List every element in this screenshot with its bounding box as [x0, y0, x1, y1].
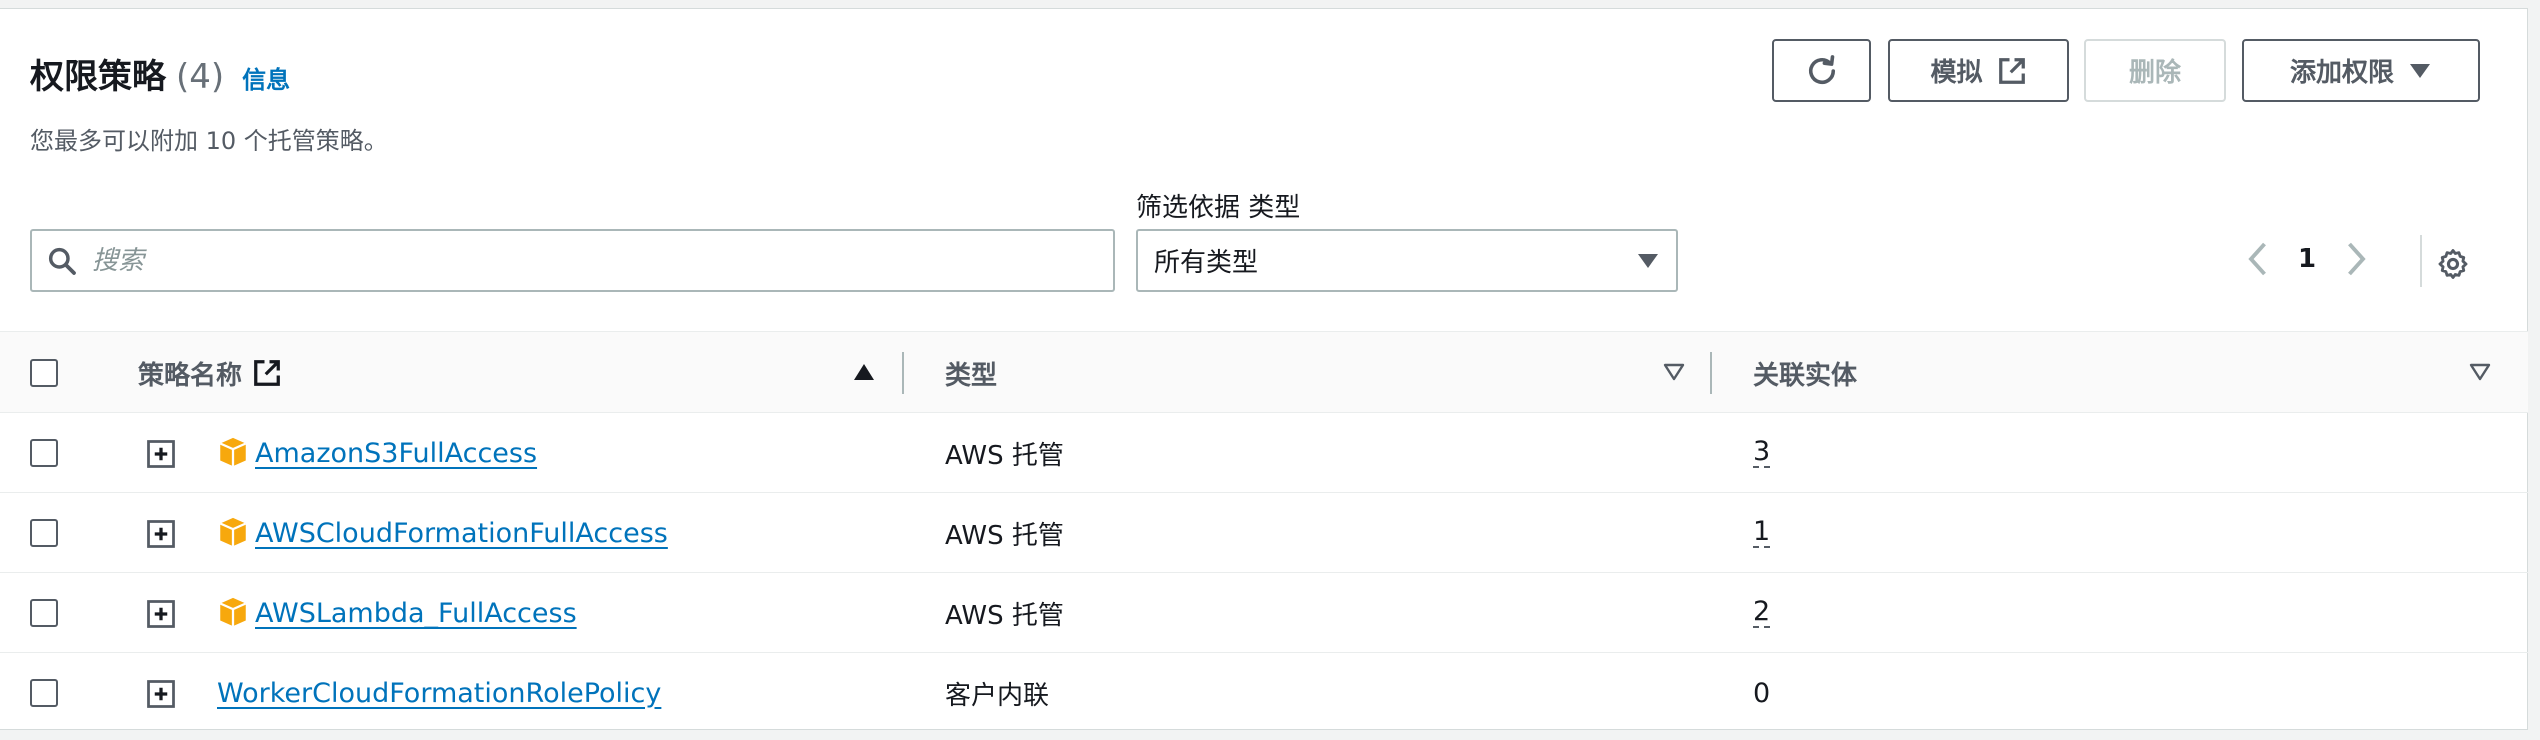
table-row: AmazonS3FullAccess AWS 托管 3	[0, 413, 2528, 493]
row-checkbox[interactable]	[30, 519, 58, 547]
policy-type: AWS 托管	[945, 520, 1064, 551]
caret-down-icon	[2410, 63, 2430, 78]
add-permissions-button[interactable]: 添加权限	[2242, 39, 2480, 102]
policy-type: 客户内联	[945, 680, 1050, 711]
next-page-icon[interactable]	[2346, 241, 2368, 277]
refresh-button[interactable]	[1772, 39, 1871, 102]
column-header-type[interactable]: 类型	[945, 332, 997, 414]
column-label: 关联实体	[1753, 360, 1858, 391]
policy-type: AWS 托管	[945, 600, 1064, 631]
type-filter-label: 筛选依据 类型	[1136, 193, 1301, 223]
info-link[interactable]: 信息	[242, 60, 290, 95]
policy-name-link[interactable]: AWSLambda_FullAccess	[255, 598, 577, 629]
gear-icon[interactable]	[2436, 247, 2470, 281]
row-checkbox[interactable]	[30, 439, 58, 467]
page-title: 权限策略	[30, 57, 166, 97]
policy-name-link[interactable]: AmazonS3FullAccess	[255, 438, 537, 469]
delete-button[interactable]: 删除	[2084, 39, 2226, 102]
table-row: AWSCloudFormationFullAccess AWS 托管 1	[0, 493, 2528, 573]
policy-type: AWS 托管	[945, 440, 1064, 471]
delete-label: 删除	[2128, 58, 2181, 88]
attached-entities-count: 0	[1753, 677, 1771, 709]
expand-row-icon[interactable]	[146, 439, 176, 469]
add-permissions-label: 添加权限	[2289, 58, 2394, 88]
column-label: 策略名称	[138, 360, 243, 391]
expand-row-icon[interactable]	[146, 679, 176, 709]
type-filter-value: 所有类型	[1154, 248, 1259, 278]
expand-row-icon[interactable]	[146, 599, 176, 629]
sort-ascending-icon[interactable]	[852, 362, 876, 382]
row-checkbox[interactable]	[30, 679, 58, 707]
refresh-icon	[1808, 54, 1835, 84]
aws-managed-policy-icon	[219, 437, 247, 467]
table-row: AWSLambda_FullAccess AWS 托管 2	[0, 573, 2528, 653]
sort-descending-icon[interactable]	[2468, 362, 2492, 382]
column-label: 类型	[945, 360, 998, 391]
simulate-button[interactable]: 模拟	[1888, 39, 2069, 102]
policy-name-link[interactable]: AWSCloudFormationFullAccess	[255, 518, 668, 549]
previous-page-icon[interactable]	[2246, 241, 2268, 277]
search-box	[30, 229, 1115, 292]
pagination-divider	[2420, 235, 2422, 287]
select-all-checkbox[interactable]	[30, 359, 58, 387]
aws-managed-policy-icon	[219, 597, 247, 627]
current-page-number[interactable]: 1	[2298, 244, 2316, 274]
column-divider[interactable]	[902, 352, 904, 394]
sort-descending-icon[interactable]	[1662, 362, 1686, 382]
table-row: WorkerCloudFormationRolePolicy 客户内联 0	[0, 653, 2528, 733]
pagination: 1	[2246, 241, 2368, 277]
search-icon	[48, 247, 76, 275]
simulate-label: 模拟	[1930, 58, 1983, 88]
column-divider[interactable]	[1710, 352, 1712, 394]
policy-count: (4)	[176, 57, 225, 97]
policies-table: 策略名称 类型 关联实体 AmazonS3FullAccess AWS 托管 3…	[0, 331, 2528, 733]
type-filter-select[interactable]: 所有类型	[1136, 229, 1678, 292]
column-header-attached-entities[interactable]: 关联实体	[1753, 332, 1857, 414]
search-input[interactable]	[92, 245, 1052, 276]
table-header: 策略名称 类型 关联实体	[0, 331, 2528, 413]
aws-managed-policy-icon	[219, 517, 247, 547]
panel-description: 您最多可以附加 10 个托管策略。	[30, 127, 388, 155]
caret-down-icon	[1638, 253, 1658, 268]
column-header-policy-name[interactable]: 策略名称	[138, 332, 282, 414]
permissions-policies-panel: 权限策略 (4) 信息 您最多可以附加 10 个托管策略。 模拟 删除 添加权限	[0, 8, 2528, 730]
attached-entities-count[interactable]: 2	[1753, 597, 1771, 629]
attached-entities-count[interactable]: 1	[1753, 517, 1771, 549]
policy-name-link[interactable]: WorkerCloudFormationRolePolicy	[217, 678, 661, 709]
attached-entities-count[interactable]: 3	[1753, 437, 1771, 469]
panel-header: 权限策略 (4) 信息	[30, 49, 290, 98]
row-checkbox[interactable]	[30, 599, 58, 627]
external-link-icon	[254, 360, 280, 386]
external-link-icon	[1998, 57, 2025, 84]
expand-row-icon[interactable]	[146, 519, 176, 549]
